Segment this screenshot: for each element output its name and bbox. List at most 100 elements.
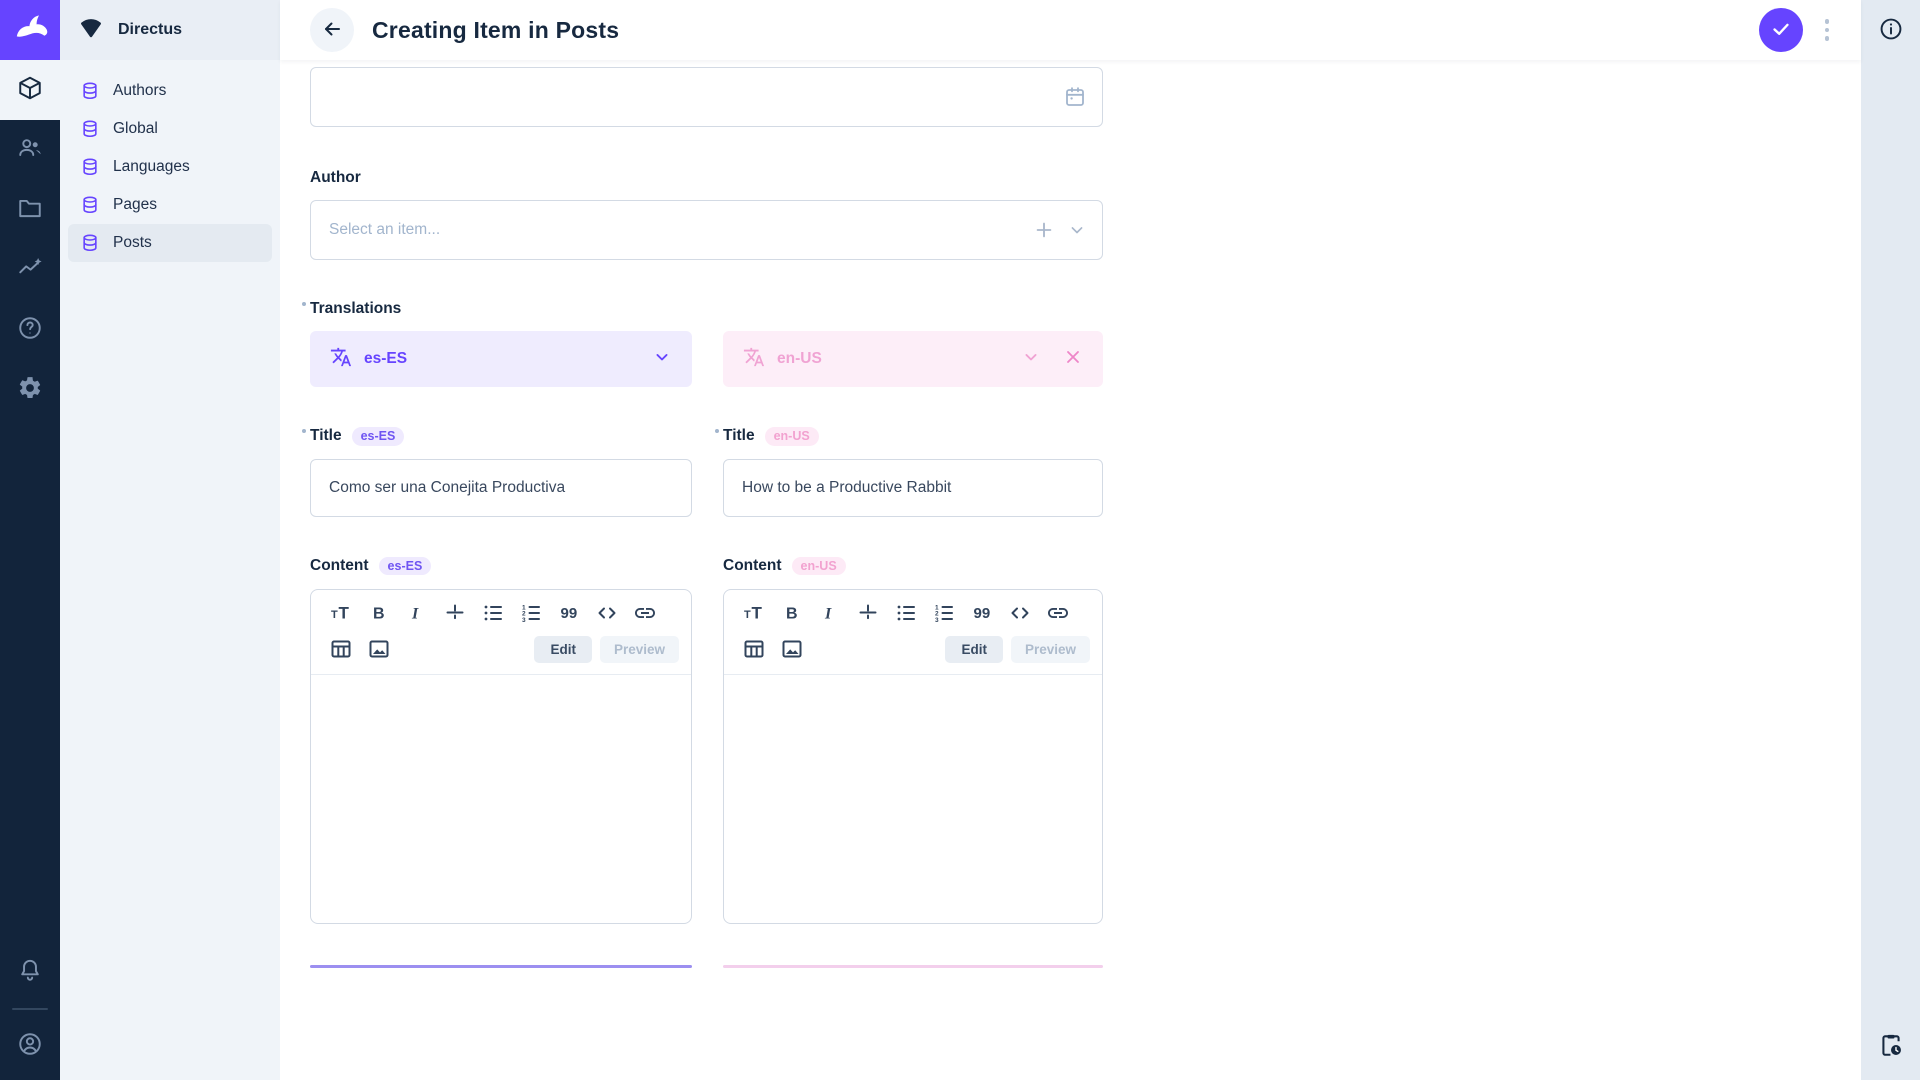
translate-icon: [743, 346, 765, 373]
numbered-list-icon[interactable]: 123: [926, 596, 962, 630]
page-header: Creating Item in Posts: [280, 0, 1861, 60]
directus-logo[interactable]: [0, 0, 60, 60]
bell-icon: [17, 957, 43, 988]
italic-icon[interactable]: I: [399, 596, 435, 630]
account-button[interactable]: [0, 1016, 60, 1076]
sidebar-item-label: Global: [113, 120, 158, 138]
table-icon[interactable]: [736, 632, 772, 666]
language-code: en-US: [777, 350, 822, 368]
strikethrough-icon[interactable]: [850, 596, 886, 630]
module-insights[interactable]: [0, 240, 60, 300]
bold-icon[interactable]: B: [361, 596, 397, 630]
main-area: Creating Item in Posts Aut: [280, 0, 1861, 1080]
svg-text:T: T: [339, 604, 350, 623]
content-labels-row: Content es-ES Content en-US: [310, 557, 1103, 576]
lang-badge-es: es-ES: [352, 427, 405, 446]
module-bar-divider: [12, 1008, 48, 1010]
italic-icon[interactable]: I: [812, 596, 848, 630]
title-en-label-row: Title en-US: [723, 427, 1103, 446]
module-users[interactable]: [0, 120, 60, 180]
translate-icon: [330, 346, 352, 373]
preview-mode-button[interactable]: Preview: [600, 636, 679, 663]
title-labels-row: Title es-ES Title en-US: [310, 427, 1103, 446]
database-icon: [80, 233, 100, 253]
calendar-icon[interactable]: [1063, 85, 1087, 109]
format-size-icon[interactable]: TT: [736, 596, 772, 630]
svg-text:99: 99: [974, 605, 991, 622]
author-label: Author: [310, 169, 361, 187]
chevron-down-icon[interactable]: [1021, 347, 1041, 372]
preview-mode-button[interactable]: Preview: [1011, 636, 1090, 663]
info-icon: [1878, 16, 1904, 45]
chevron-down-icon[interactable]: [1067, 220, 1087, 240]
title-es-input[interactable]: [310, 459, 692, 517]
image-icon[interactable]: [774, 632, 810, 666]
language-chip-en[interactable]: en-US: [723, 331, 1103, 387]
chevron-down-icon[interactable]: [652, 347, 672, 372]
editor-text-area[interactable]: [724, 675, 1102, 923]
info-button[interactable]: [1869, 8, 1913, 52]
project-logo-icon: [78, 16, 104, 45]
sidebar-item-posts[interactable]: Posts: [68, 224, 272, 262]
code-icon[interactable]: [1002, 596, 1038, 630]
svg-text:I: I: [411, 606, 419, 623]
required-dot: [302, 302, 306, 306]
edit-mode-button[interactable]: Edit: [534, 636, 592, 663]
module-settings[interactable]: [0, 360, 60, 420]
bullet-list-icon[interactable]: [888, 596, 924, 630]
blockquote-icon[interactable]: 99: [551, 596, 587, 630]
translations-row: es-ES en-US: [310, 331, 1103, 387]
link-icon[interactable]: [1040, 596, 1076, 630]
module-help[interactable]: [0, 300, 60, 360]
divider-purple: [310, 965, 692, 968]
notifications-button[interactable]: [0, 942, 60, 1002]
translations-label-row: Translations: [310, 300, 1103, 318]
project-header[interactable]: Directus: [60, 0, 280, 60]
module-files[interactable]: [0, 180, 60, 240]
more-options-button[interactable]: [1819, 13, 1836, 47]
lang-badge-en: en-US: [792, 557, 846, 576]
sidebar-item-pages[interactable]: Pages: [68, 186, 272, 224]
right-sidebar-strip: [1861, 0, 1920, 1080]
add-item-icon[interactable]: [1033, 219, 1055, 241]
svg-text:3: 3: [522, 617, 526, 624]
link-icon[interactable]: [627, 596, 663, 630]
date-input[interactable]: [310, 67, 1103, 127]
blockquote-icon[interactable]: 99: [964, 596, 1000, 630]
item-form: Author Translations: [310, 67, 1103, 968]
database-icon: [80, 81, 100, 101]
sidebar-item-label: Posts: [113, 234, 152, 252]
wysiwyg-editor-es: TT B I 12399 Edit Preview: [310, 589, 692, 924]
clipboard-clock-icon: [1878, 1032, 1904, 1061]
language-chip-es[interactable]: es-ES: [310, 331, 692, 387]
back-button[interactable]: [310, 8, 354, 52]
bullet-list-icon[interactable]: [475, 596, 511, 630]
editor-text-area[interactable]: [311, 675, 691, 923]
svg-text:T: T: [744, 609, 751, 621]
sidebar-item-global[interactable]: Global: [68, 110, 272, 148]
rabbit-logo-icon: [12, 10, 48, 51]
sidebar-item-authors[interactable]: Authors: [68, 72, 272, 110]
wysiwyg-editor-en: TTBI12399EditPreview: [723, 589, 1103, 924]
cube-icon: [17, 75, 43, 106]
title-en-input[interactable]: [723, 459, 1103, 517]
code-icon[interactable]: [589, 596, 625, 630]
bold-icon[interactable]: B: [774, 596, 810, 630]
close-icon[interactable]: [1063, 347, 1083, 372]
date-field: [310, 67, 1103, 127]
save-button[interactable]: [1759, 8, 1803, 52]
svg-text:T: T: [752, 604, 763, 623]
format-size-icon[interactable]: TT: [323, 596, 359, 630]
gear-icon: [17, 375, 43, 406]
sidebar-item-languages[interactable]: Languages: [68, 148, 272, 186]
author-select-input[interactable]: [310, 200, 1103, 260]
strikethrough-icon[interactable]: [437, 596, 473, 630]
image-icon[interactable]: [361, 632, 397, 666]
numbered-list-icon[interactable]: 123: [513, 596, 549, 630]
table-icon[interactable]: [323, 632, 359, 666]
svg-text:B: B: [373, 606, 385, 623]
revisions-button[interactable]: [1869, 1024, 1913, 1068]
form-scroll-area[interactable]: Author Translations: [280, 60, 1861, 1080]
module-content[interactable]: [0, 60, 60, 120]
edit-mode-button[interactable]: Edit: [945, 636, 1003, 663]
